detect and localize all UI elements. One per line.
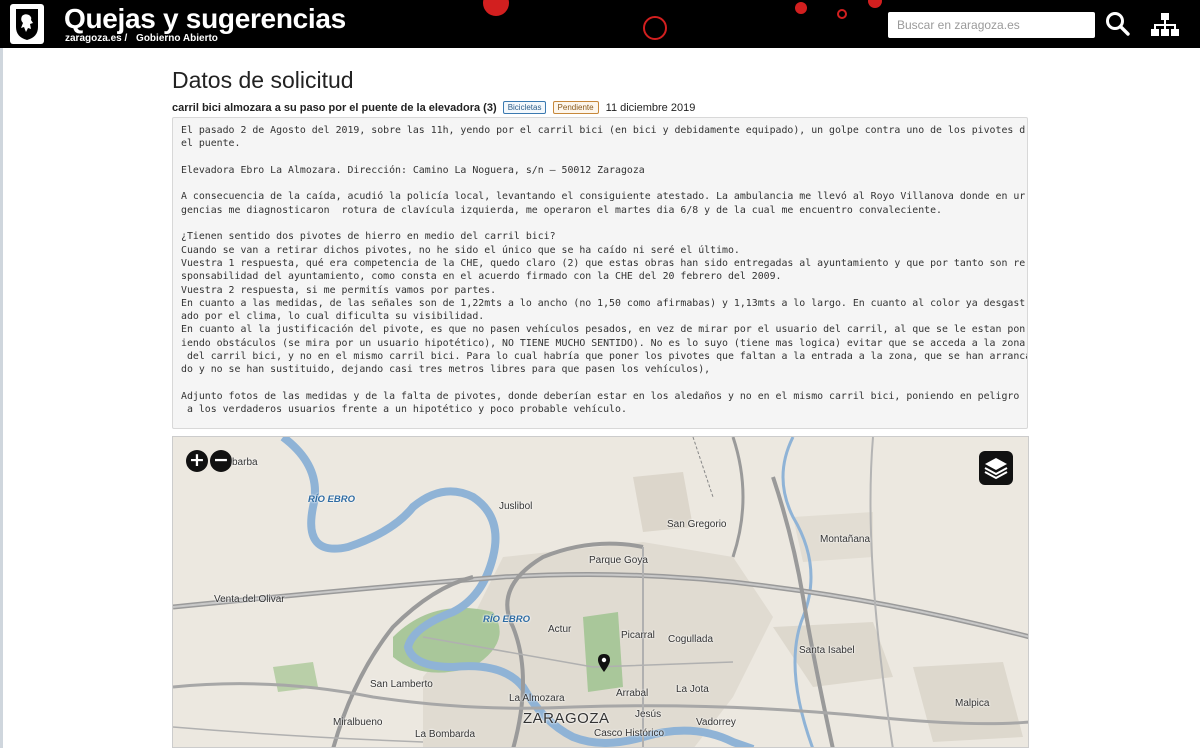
map-label-san-gregorio: San Gregorio: [667, 519, 727, 530]
request-meta: carril bici almozara a su paso por el pu…: [172, 101, 695, 114]
map-label-rio-ebro-2: RÍO EBRO: [483, 614, 530, 625]
map-label-malpica: Malpica: [955, 698, 990, 709]
decor-ring: [837, 9, 847, 19]
sitemap-icon: [1151, 13, 1179, 36]
map-label-vadorrey: Vadorrey: [696, 717, 736, 728]
location-marker-icon[interactable]: [598, 654, 610, 672]
decor-ring: [643, 16, 667, 40]
location-map[interactable]: + − barba RÍO EBRO Juslibol San Gregorio…: [172, 436, 1029, 748]
decor-dot: [483, 0, 509, 16]
zaragoza-logo[interactable]: [10, 4, 44, 44]
map-label-la-bombarda: La Bombarda: [415, 729, 476, 740]
map-label-arrabal: Arrabal: [616, 688, 649, 699]
zoom-in-button[interactable]: +: [186, 450, 208, 472]
map-label-barba: barba: [232, 457, 258, 468]
breadcrumb-gobierno-abierto[interactable]: Gobierno Abierto: [136, 33, 218, 44]
site-title[interactable]: Quejas y sugerencias: [64, 3, 346, 35]
map-label-montanana: Montañana: [820, 534, 871, 545]
request-subject: carril bici almozara a su paso por el pu…: [172, 102, 497, 114]
map-label-la-almozara: La Almozara: [509, 693, 565, 704]
layers-icon: [984, 458, 1008, 480]
sitemap-button[interactable]: [1150, 11, 1180, 39]
search-button[interactable]: [1104, 10, 1132, 38]
search-input[interactable]: [888, 12, 1095, 38]
category-badge: Bicicletas: [502, 101, 547, 114]
map-label-miralbueno: Miralbueno: [333, 717, 383, 728]
page-title: Datos de solicitud: [172, 67, 354, 93]
map-tiles: [173, 437, 1028, 747]
decor-dot: [868, 0, 882, 8]
map-label-zaragoza: ZARAGOZA: [523, 710, 610, 727]
map-label-casco-historico: Casco Histórico: [594, 728, 665, 739]
breadcrumb: zaragoza.es / Gobierno Abierto: [65, 33, 224, 44]
map-label-jesus: Jesús: [635, 709, 662, 720]
site-header: Quejas y sugerencias zaragoza.es / Gobie…: [0, 0, 1200, 48]
layers-button[interactable]: [979, 451, 1013, 485]
search-icon: [1106, 12, 1130, 36]
map-label-rio-ebro: RÍO EBRO: [308, 494, 355, 505]
map-label-picarral: Picarral: [621, 630, 655, 641]
map-label-la-jota: La Jota: [676, 684, 709, 695]
request-body: El pasado 2 de Agosto del 2019, sobre la…: [172, 117, 1028, 429]
status-badge: Pendiente: [552, 101, 599, 114]
decor-dot: [795, 2, 807, 14]
map-label-cogullada: Cogullada: [668, 634, 714, 645]
map-label-san-lamberto: San Lamberto: [370, 679, 433, 690]
map-label-actur: Actur: [548, 624, 572, 635]
breadcrumb-zaragoza[interactable]: zaragoza.es /: [65, 33, 127, 44]
page-edge: [0, 48, 3, 748]
zoom-out-button[interactable]: −: [210, 450, 232, 472]
lion-crest-icon: [16, 9, 38, 40]
map-label-parque-goya: Parque Goya: [589, 555, 648, 566]
request-date: 11 diciembre 2019: [605, 102, 696, 114]
map-label-juslibol: Juslibol: [499, 501, 533, 512]
map-label-venta-del-olivar: Venta del Olivar: [214, 594, 285, 605]
map-label-santa-isabel: Santa Isabel: [799, 645, 855, 656]
